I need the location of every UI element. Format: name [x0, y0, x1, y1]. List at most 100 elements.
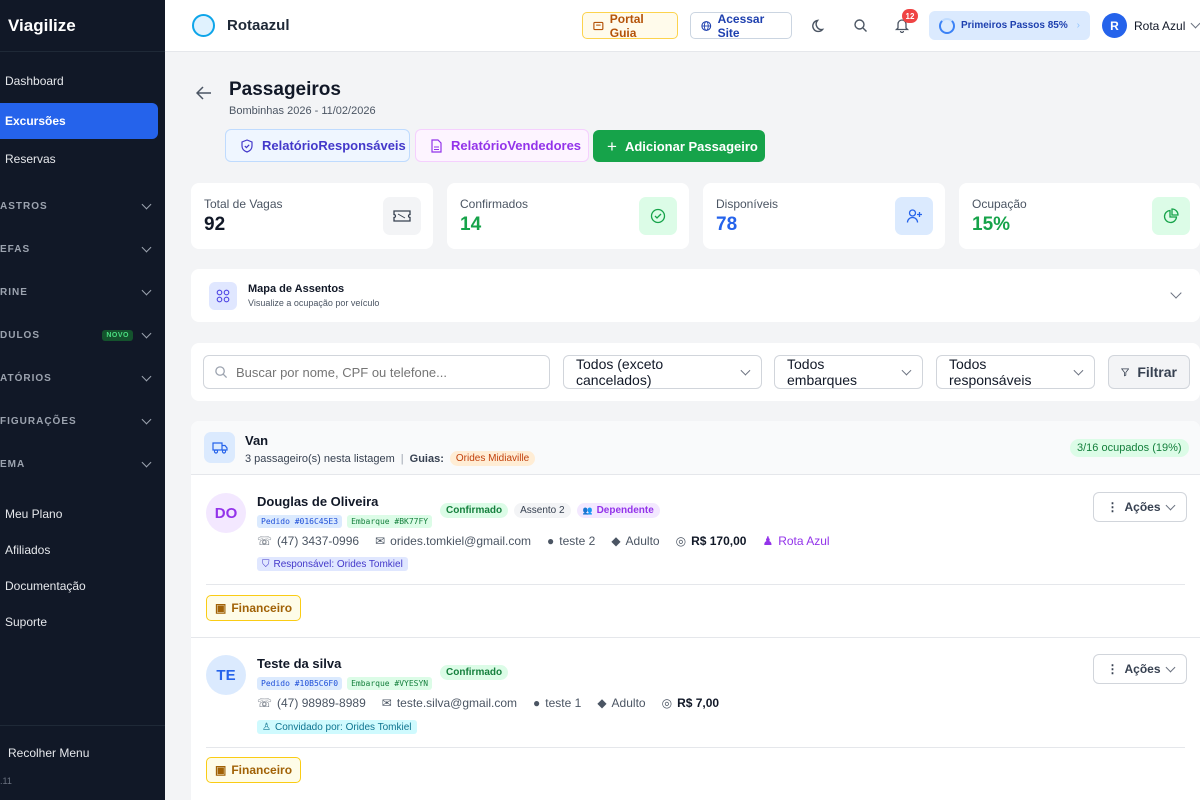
vehicle-group: Van 3 passageiro(s) nesta listagem | Gui… [191, 421, 1200, 800]
divider [206, 747, 1185, 748]
sidebar-item-label: Documentação [5, 579, 86, 593]
onboarding-label: Primeiros Passos 85% [961, 20, 1068, 31]
vehicle-header [191, 421, 1200, 475]
status-badge: Confirmado [440, 665, 509, 680]
sidebar-item-dashboard[interactable]: Dashboard [0, 63, 158, 99]
button-label: RelatórioResponsáveis [262, 138, 406, 153]
collapse-menu-button[interactable]: Recolher Menu [8, 746, 89, 760]
button-label: Adicionar Passageiro [624, 138, 758, 154]
stat-value: 92 [204, 214, 226, 235]
add-passenger-button[interactable]: + Adicionar Passageiro [593, 130, 765, 162]
tag-icon: ◆ [597, 696, 607, 710]
sidebar-section-marine[interactable]: RINE [0, 285, 152, 298]
chevron-down-icon [141, 242, 152, 253]
boarding-code: Embarque #BK77FY [347, 515, 433, 528]
pie-chart-icon [1152, 197, 1190, 235]
notifications-button[interactable]: 12 [894, 9, 918, 36]
avatar: TE [206, 655, 246, 695]
search-icon[interactable] [853, 18, 868, 33]
grid-icon [209, 282, 237, 310]
location-text: teste 1 [545, 696, 582, 710]
mail-icon: ✉ [381, 696, 392, 710]
stat-ocupacao: Ocupação 15% [959, 183, 1200, 249]
guide-badge: Orides Midiaville [449, 451, 536, 466]
wallet-icon: ▣ [215, 763, 227, 777]
coin-icon: ◎ [675, 534, 687, 548]
seat-map-panel[interactable]: Mapa de Assentos Visualize a ocupação po… [191, 269, 1200, 322]
sidebar-item-excursoes[interactable]: Excursões [0, 103, 158, 139]
sidebar-section-configuracoes[interactable]: FIGURAÇÕES [0, 414, 152, 427]
relation-text: Convidado por: Orides Tomkiel [274, 721, 412, 733]
chevron-down-icon [901, 365, 912, 375]
section-label: ASTROS [0, 201, 48, 212]
financeiro-button[interactable]: ▣ Financeiro [206, 757, 302, 783]
stat-value: 15% [972, 214, 1011, 235]
user-name[interactable]: Rota Azul [1134, 19, 1185, 33]
order-code: Pedido #10B5C6F0 [257, 677, 343, 690]
select-value: Todos embarques [787, 356, 858, 388]
select-value: Todos responsáveis [949, 356, 1032, 388]
acessar-site-button[interactable]: Acessar Site [690, 12, 792, 40]
relatorio-vendedores-button[interactable]: RelatórioVendedores [415, 129, 589, 162]
status-select[interactable]: Todos (exceto cancelados) [563, 355, 762, 389]
chevron-down-icon[interactable] [1190, 18, 1200, 29]
company-logo [192, 14, 215, 37]
chevron-down-icon [141, 328, 152, 339]
passenger-name[interactable]: Douglas de Oliveira [257, 494, 378, 509]
sidebar-section-sistema[interactable]: EMA [0, 457, 152, 470]
coin-icon: ◎ [661, 696, 673, 710]
search-input[interactable] [236, 364, 536, 380]
moon-icon[interactable] [812, 18, 827, 33]
sidebar-item-label: Suporte [5, 615, 48, 629]
stat-value: 78 [716, 214, 738, 235]
relatorio-responsaveis-button[interactable]: RelatórioResponsáveis [225, 129, 410, 162]
vehicle-name: Van [245, 433, 269, 448]
notification-count-badge: 12 [902, 9, 918, 23]
filter-button[interactable]: Filtrar [1108, 355, 1190, 389]
boarding-select[interactable]: Todos embarques [774, 355, 923, 389]
user-plus-icon [895, 197, 933, 235]
sidebar-item-label: Dashboard [5, 74, 64, 88]
sidebar-section-modulos[interactable]: DULOS NOVO [0, 328, 152, 341]
sidebar-section-cadastros[interactable]: ASTROS [0, 199, 152, 212]
sidebar-item-label: Excursões [5, 114, 66, 128]
sidebar-item-meu-plano[interactable]: Meu Plano [0, 496, 158, 532]
sidebar-item-documentacao[interactable]: Documentação [0, 568, 158, 604]
divider [206, 584, 1185, 585]
location-info: ● teste 1 [533, 696, 581, 710]
seller-text: Rota Azul [778, 534, 830, 548]
section-label: EMA [0, 459, 26, 470]
passenger-badges: Confirmado Assento 2 👥 Dependente [440, 503, 660, 518]
map-pin-icon: ● [533, 696, 541, 710]
email-text: orides.tomkiel@gmail.com [390, 534, 532, 548]
passenger-name[interactable]: Teste da silva [257, 656, 341, 671]
passenger-badges: Confirmado [440, 665, 509, 680]
sidebar-item-afiliados[interactable]: Afiliados [0, 532, 158, 568]
sidebar-item-suporte[interactable]: Suporte [0, 604, 158, 640]
chevron-down-icon[interactable] [1170, 287, 1182, 299]
passenger-count: 3 passageiro(s) nesta listagem [245, 452, 395, 465]
search-field[interactable] [203, 355, 550, 389]
sidebar-section-relatorios[interactable]: ATÓRIOS [0, 371, 152, 384]
separator: | [400, 452, 404, 465]
actions-button[interactable]: ⋮ Ações [1093, 654, 1187, 684]
sidebar-item-reservas[interactable]: Reservas [0, 141, 158, 177]
avatar[interactable]: R [1102, 13, 1127, 38]
badge-label: Dependente [596, 505, 654, 516]
version-label: .11 [0, 776, 12, 786]
responsible-select[interactable]: Todos responsáveis [936, 355, 1095, 389]
user-check-icon: ♙ [262, 721, 271, 733]
stat-confirmados: Confirmados 14 [447, 183, 689, 249]
actions-button[interactable]: ⋮ Ações [1093, 492, 1187, 522]
onboarding-progress-button[interactable]: Primeiros Passos 85% › [929, 11, 1090, 40]
portal-guia-button[interactable]: Portal Guia [582, 12, 678, 40]
globe-icon [701, 20, 712, 31]
stat-disponiveis: Disponíveis 78 [703, 183, 945, 249]
guides-label: Guias: [409, 452, 444, 465]
back-arrow-icon[interactable] [196, 86, 212, 100]
financeiro-button[interactable]: ▣ Financeiro [206, 595, 302, 621]
filter-icon [1121, 368, 1130, 377]
sidebar-item-label: Meu Plano [5, 507, 63, 521]
sidebar-section-tarefas[interactable]: EFAS [0, 242, 152, 255]
shield-icon [241, 138, 253, 153]
